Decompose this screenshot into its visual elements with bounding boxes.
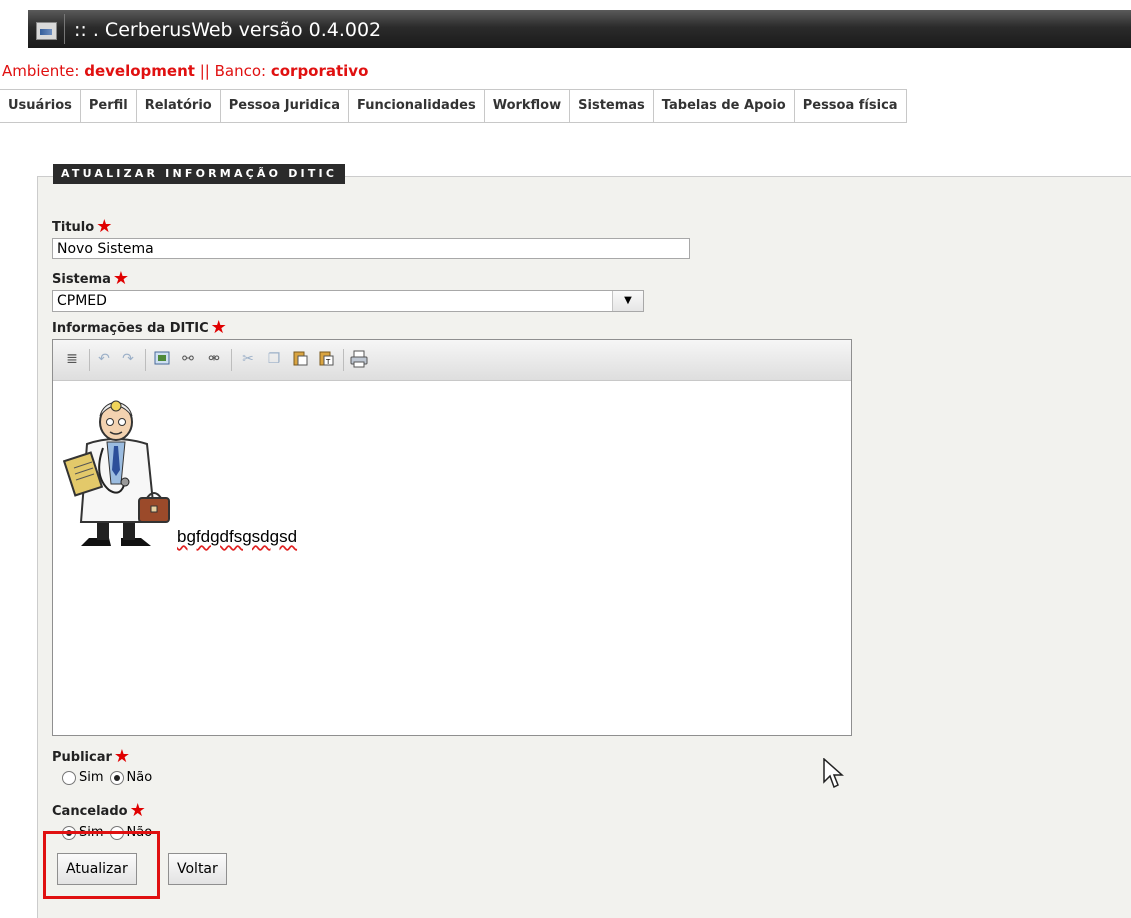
info-label-text: Informações da DITIC	[52, 321, 209, 336]
paste-icon[interactable]	[291, 350, 309, 368]
cut-icon[interactable]: ✂	[239, 350, 257, 368]
voltar-button[interactable]: Voltar	[168, 853, 227, 885]
image-icon[interactable]	[153, 350, 171, 368]
sistema-label: Sistema ★	[52, 267, 130, 289]
menu-item-relatorio[interactable]: Relatório	[137, 90, 221, 122]
publicar-sim-radio[interactable]	[62, 770, 76, 785]
toolbar-divider	[89, 349, 90, 371]
titulo-label: Titulo ★	[52, 215, 113, 237]
required-star-icon: ★	[112, 268, 130, 289]
paste-text-icon[interactable]: T	[317, 350, 335, 368]
menu-item-workflow[interactable]: Workflow	[485, 90, 571, 122]
cancelado-radio-group: Sim Não	[62, 825, 158, 840]
mouse-cursor-icon	[823, 758, 844, 789]
print-icon[interactable]	[350, 350, 368, 368]
cancelado-nao-label: Não	[126, 825, 153, 840]
toolbar-divider	[231, 349, 232, 371]
title-separator	[64, 14, 65, 44]
publicar-sim-label: Sim	[79, 770, 104, 785]
menu-item-pessoa-fisica[interactable]: Pessoa física	[795, 90, 907, 122]
ambiente-label: Ambiente:	[2, 62, 85, 80]
cancelado-nao-radio[interactable]	[109, 825, 124, 840]
required-star-icon: ★	[113, 746, 131, 767]
editor-toolbar: ≣ ↶ ↷ ⚯ ⚮ ✂ ❐ T	[53, 340, 851, 381]
editor-text[interactable]: bgfdgdfsgsdgsd	[177, 527, 297, 547]
publicar-label: Publicar ★	[52, 745, 131, 767]
undo-icon[interactable]: ↶	[95, 350, 113, 368]
info-label: Informações da DITIC ★	[52, 316, 227, 338]
menu-item-perfil[interactable]: Perfil	[81, 90, 137, 122]
app-window-icon[interactable]	[36, 22, 57, 40]
titulo-input[interactable]	[52, 238, 690, 259]
editor-content[interactable]: bgfdgdfsgsdgsd	[53, 381, 851, 735]
fieldset-legend: ATUALIZAR INFORMAÇÃO DITIC	[53, 164, 346, 184]
window-title: :: . CerberusWeb versão 0.4.002	[74, 19, 382, 41]
ambiente-value: development	[84, 62, 195, 80]
toolbar-divider	[343, 349, 344, 371]
justify-icon[interactable]: ≣	[63, 350, 81, 368]
titulo-label-text: Titulo	[52, 220, 95, 235]
menu-item-pessoa-juridica[interactable]: Pessoa Juridica	[221, 90, 349, 122]
sistema-selected-value: CPMED	[57, 293, 107, 309]
rich-text-editor[interactable]: ≣ ↶ ↷ ⚯ ⚮ ✂ ❐ T bgfdgdfsgsdgsd	[52, 339, 852, 736]
unlink-icon[interactable]: ⚮	[205, 350, 223, 368]
required-star-icon: ★	[129, 800, 146, 821]
sistema-select[interactable]: CPMED ▼	[52, 290, 644, 312]
title-bar: :: . CerberusWeb versão 0.4.002	[0, 0, 1131, 57]
required-star-icon: ★	[210, 317, 227, 338]
sistema-label-text: Sistema	[52, 272, 111, 287]
cancelado-sim-radio[interactable]	[62, 825, 76, 840]
cancelado-label-text: Cancelado	[52, 804, 128, 819]
menu-item-usuarios[interactable]: Usuários	[0, 90, 81, 122]
copy-icon[interactable]: ❐	[265, 350, 283, 368]
banco-label: Banco:	[214, 62, 271, 80]
menu-item-funcionalidades[interactable]: Funcionalidades	[349, 90, 485, 122]
svg-text:T: T	[325, 358, 331, 366]
menu-item-sistemas[interactable]: Sistemas	[570, 90, 654, 122]
link-icon[interactable]: ⚯	[179, 350, 197, 368]
publicar-radio-group: Sim Não	[62, 770, 158, 785]
publicar-nao-radio[interactable]	[109, 770, 124, 785]
chevron-down-icon[interactable]: ▼	[612, 291, 643, 311]
banco-value: corporativo	[270, 62, 369, 80]
publicar-label-text: Publicar	[52, 750, 112, 765]
toolbar-divider	[145, 349, 146, 371]
main-menu: Usuários Perfil Relatório Pessoa Juridic…	[0, 89, 907, 123]
environment-info: Ambiente: development || Banco: corporat…	[2, 62, 368, 80]
atualizar-button[interactable]: Atualizar	[57, 853, 137, 885]
menu-item-tabelas-de-apoio[interactable]: Tabelas de Apoio	[654, 90, 795, 122]
redo-icon[interactable]: ↷	[119, 350, 137, 368]
publicar-nao-label: Não	[126, 770, 153, 785]
doctor-clipart-image	[63, 400, 170, 546]
env-separator: ||	[194, 62, 215, 80]
required-star-icon: ★	[96, 216, 113, 237]
cancelado-label: Cancelado ★	[52, 799, 146, 821]
cancelado-sim-label: Sim	[79, 825, 104, 840]
